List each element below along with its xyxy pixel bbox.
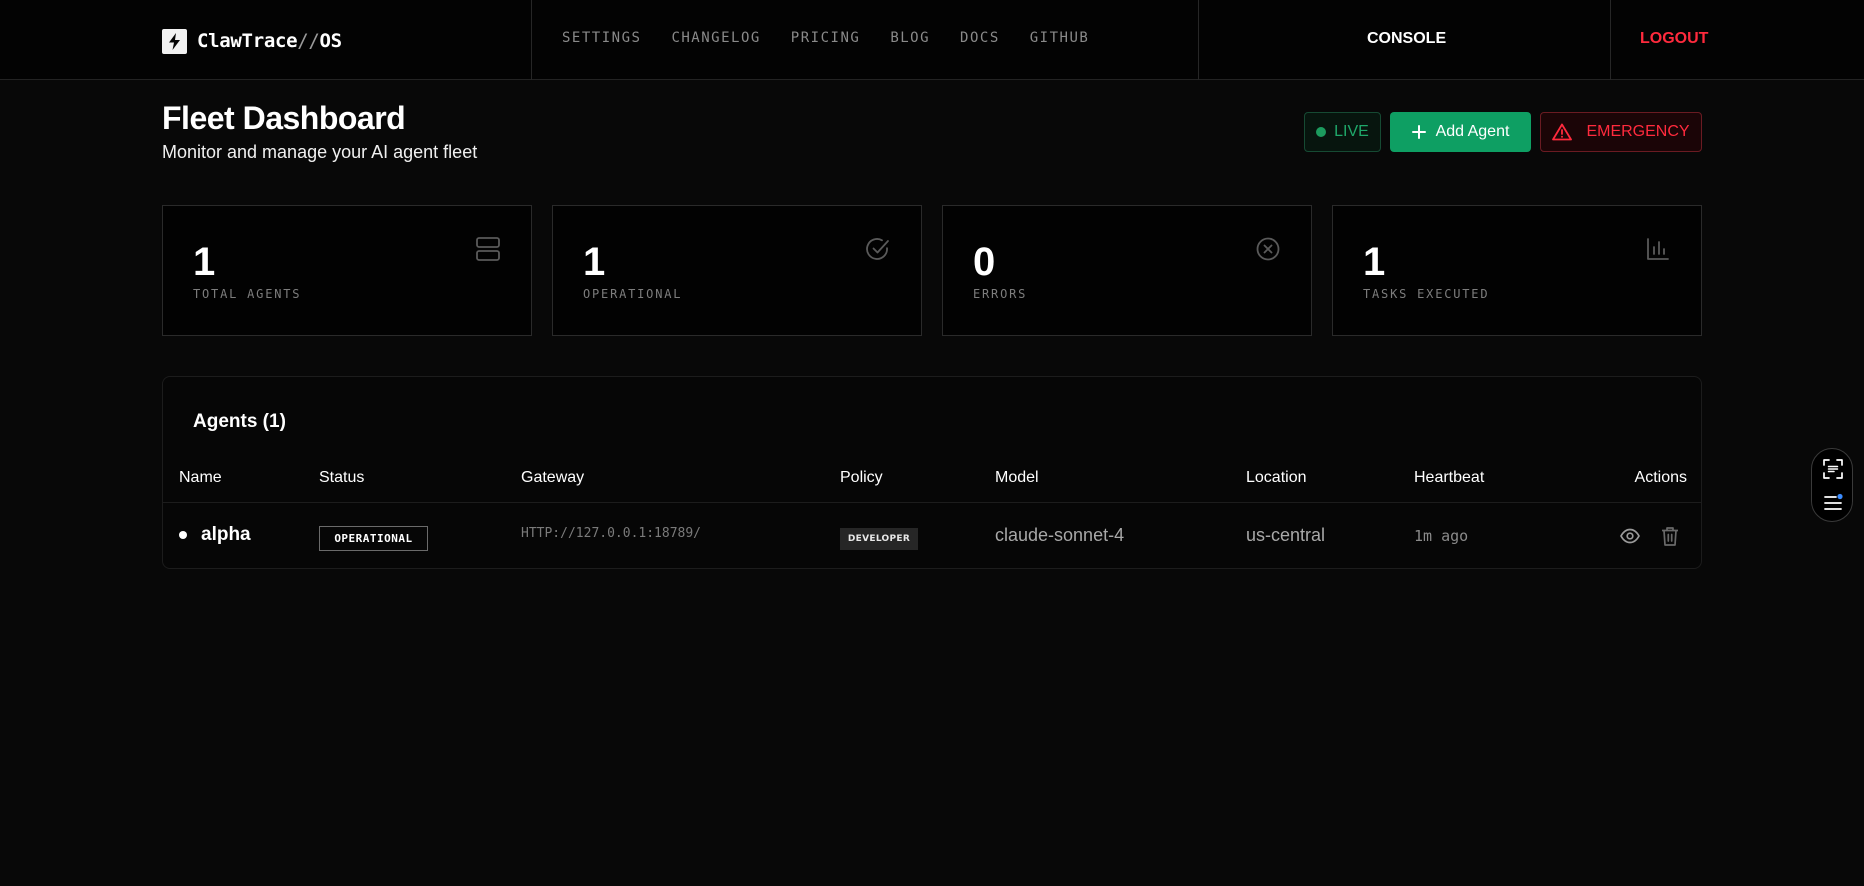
stat-label: TASKS EXECUTED	[1363, 287, 1490, 301]
agent-model: claude-sonnet-4	[995, 525, 1125, 545]
agent-status-dot-icon	[179, 531, 187, 539]
emergency-button[interactable]: EMERGENCY	[1540, 112, 1702, 152]
page-subtitle: Monitor and manage your AI agent fleet	[162, 142, 478, 162]
nav-link-settings[interactable]: SETTINGS	[562, 30, 641, 46]
stat-value: 0	[973, 240, 996, 284]
brand-logo[interactable]: ClawTrace//OS	[162, 28, 342, 54]
live-indicator-button[interactable]: LIVE	[1304, 112, 1381, 152]
stat-card-operational: 1 OPERATIONAL	[552, 205, 922, 336]
policy-badge: DEVELOPER	[840, 528, 918, 550]
table-row-divider	[163, 502, 1701, 503]
stat-card-total-agents: 1 TOTAL AGENTS	[162, 205, 532, 336]
server-icon	[476, 237, 500, 261]
stat-label: ERRORS	[973, 287, 1028, 301]
brand-name: ClawTrace//OS	[197, 30, 342, 52]
stat-value: 1	[1363, 240, 1386, 284]
column-header-gateway: Gateway	[521, 469, 585, 486]
column-header-status: Status	[319, 469, 365, 486]
live-label: LIVE	[1334, 123, 1369, 140]
live-dot-icon	[1316, 127, 1327, 137]
nav-link-changelog[interactable]: CHANGELOG	[671, 30, 760, 46]
add-agent-label: Add Agent	[1435, 123, 1510, 140]
emergency-label: EMERGENCY	[1586, 123, 1690, 140]
add-agent-button[interactable]: Add Agent	[1390, 112, 1531, 152]
column-header-model: Model	[995, 469, 1039, 486]
page-title: Fleet Dashboard	[162, 100, 406, 136]
stat-card-errors: 0 ERRORS	[942, 205, 1312, 336]
agent-heartbeat: 1m ago	[1414, 527, 1469, 545]
plus-icon	[1411, 125, 1426, 139]
check-circle-icon	[866, 238, 889, 260]
console-link[interactable]: CONSOLE	[1367, 30, 1446, 48]
agent-location: us-central	[1246, 525, 1326, 545]
agent-name[interactable]: alpha	[201, 524, 251, 546]
nav-link-pricing[interactable]: PRICING	[791, 30, 861, 46]
nav-divider	[1198, 0, 1199, 80]
column-header-policy: Policy	[840, 469, 883, 486]
agent-gateway: HTTP://127.0.0.1:18789/	[521, 526, 702, 541]
warning-triangle-icon	[1552, 123, 1573, 141]
x-circle-icon	[1256, 237, 1280, 261]
agents-panel: Agents (1) Name Status Gateway Policy Mo…	[162, 376, 1702, 569]
floating-tool-widget	[1811, 448, 1853, 522]
nav-link-blog[interactable]: BLOG	[890, 30, 930, 46]
nav-divider	[531, 0, 532, 80]
view-eye-icon[interactable]	[1619, 525, 1641, 547]
nav-divider	[1610, 0, 1611, 80]
lightning-icon	[162, 28, 187, 54]
column-header-name: Name	[179, 469, 222, 486]
stat-value: 1	[193, 240, 216, 284]
logout-link[interactable]: LOGOUT	[1640, 30, 1708, 48]
top-nav: ClawTrace//OS SETTINGS CHANGELOG PRICING…	[0, 0, 1864, 80]
scan-text-icon[interactable]	[1822, 458, 1844, 480]
nav-link-docs[interactable]: DOCS	[960, 30, 1000, 46]
stat-label: OPERATIONAL	[583, 287, 683, 301]
column-header-location: Location	[1246, 469, 1307, 486]
column-header-heartbeat: Heartbeat	[1414, 469, 1485, 486]
column-header-actions: Actions	[1634, 469, 1687, 486]
menu-list-icon[interactable]	[1822, 492, 1844, 514]
nav-link-github[interactable]: GITHUB	[1030, 30, 1090, 46]
nav-links: SETTINGS CHANGELOG PRICING BLOG DOCS GIT…	[562, 30, 1089, 46]
stat-card-tasks-executed: 1 TASKS EXECUTED	[1332, 205, 1702, 336]
status-badge: OPERATIONAL	[319, 526, 428, 551]
stat-label: TOTAL AGENTS	[193, 287, 302, 301]
delete-trash-icon[interactable]	[1659, 525, 1681, 547]
agents-panel-title: Agents (1)	[193, 411, 286, 432]
bar-chart-icon	[1647, 238, 1669, 260]
stat-value: 1	[583, 240, 606, 284]
